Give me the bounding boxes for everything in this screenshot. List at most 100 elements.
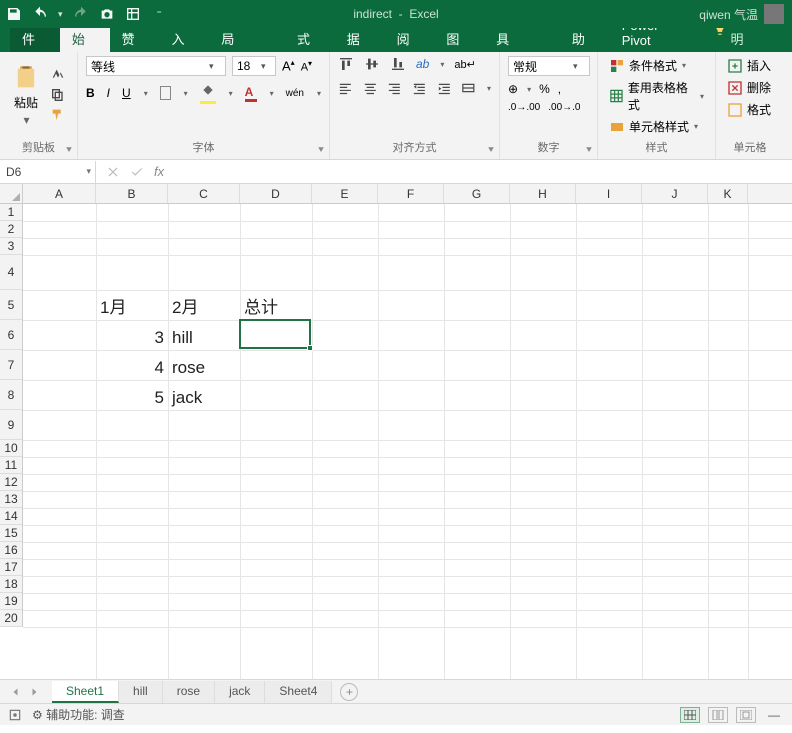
align-bottom-icon[interactable] — [390, 56, 406, 72]
number-format-input[interactable] — [509, 59, 569, 73]
row-header[interactable]: 15 — [0, 525, 22, 542]
view-normal-button[interactable] — [680, 707, 700, 723]
select-all-corner[interactable] — [0, 184, 23, 204]
dialog-launcher-icon[interactable]: ⯆ — [487, 145, 495, 156]
cell[interactable]: 总计 — [240, 290, 312, 320]
accounting-format-button[interactable]: ⊕ — [508, 82, 518, 96]
align-top-icon[interactable] — [338, 56, 354, 72]
comma-button[interactable]: , — [558, 82, 561, 96]
sheet-tab[interactable]: Sheet4 — [265, 681, 332, 703]
column-header[interactable]: F — [378, 184, 444, 203]
column-header[interactable]: J — [642, 184, 708, 203]
row-header[interactable]: 12 — [0, 474, 22, 491]
italic-button[interactable]: I — [107, 86, 110, 100]
percent-button[interactable]: % — [539, 82, 550, 96]
font-color-button[interactable]: A — [245, 85, 257, 102]
row-header[interactable]: 8 — [0, 380, 22, 410]
align-right-icon[interactable] — [387, 80, 402, 96]
row-header[interactable]: 1 — [0, 204, 22, 221]
cell[interactable]: 5 — [96, 380, 168, 410]
column-header[interactable]: G — [444, 184, 510, 203]
dialog-launcher-icon[interactable]: ⯆ — [317, 145, 325, 156]
formula-input[interactable] — [174, 161, 792, 183]
redo-icon[interactable] — [73, 6, 89, 22]
row-header[interactable]: 9 — [0, 410, 22, 440]
row-header[interactable]: 4 — [0, 255, 22, 290]
accessibility-status[interactable]: ⚙ 辅助功能: 调查 — [32, 706, 125, 723]
insert-cells-button[interactable]: 插入 — [724, 56, 776, 75]
merge-cells-icon[interactable] — [461, 80, 476, 96]
indent-increase-icon[interactable] — [437, 80, 452, 96]
dialog-launcher-icon[interactable]: ⯆ — [65, 145, 73, 156]
underline-button[interactable]: U — [122, 86, 131, 100]
increase-decimal-icon[interactable]: .0→.00 — [508, 102, 540, 113]
camera-icon[interactable] — [99, 6, 115, 22]
column-header[interactable]: H — [510, 184, 576, 203]
sheet-nav-prev-icon[interactable] — [10, 686, 22, 698]
format-painter-icon[interactable] — [50, 107, 66, 123]
row-header[interactable]: 19 — [0, 593, 22, 610]
cell[interactable]: 2月 — [168, 290, 240, 320]
accept-formula-icon[interactable] — [130, 165, 144, 179]
cell-styles-button[interactable]: 单元格样式▾ — [606, 117, 707, 136]
cancel-formula-icon[interactable] — [106, 165, 120, 179]
cell[interactable]: 4 — [96, 350, 168, 380]
add-sheet-button[interactable]: + — [340, 683, 358, 701]
cell[interactable]: 1月 — [96, 290, 168, 320]
fill-color-button[interactable] — [200, 82, 216, 104]
row-header[interactable]: 5 — [0, 290, 22, 320]
font-name-input[interactable] — [87, 59, 205, 73]
row-header[interactable]: 6 — [0, 320, 22, 350]
undo-dropdown-icon[interactable]: ▾ — [58, 9, 63, 20]
qat-customize-icon[interactable]: ⁼ — [157, 9, 162, 20]
row-header[interactable]: 14 — [0, 508, 22, 525]
cell[interactable]: rose — [168, 350, 240, 380]
sheet-tab[interactable]: Sheet1 — [52, 681, 119, 703]
format-cells-button[interactable]: 格式 — [724, 100, 776, 119]
fx-label[interactable]: fx — [154, 164, 164, 179]
cell[interactable]: 3 — [96, 320, 168, 350]
sheet-tab[interactable]: hill — [119, 681, 163, 703]
table-format-button[interactable]: 套用表格格式▾ — [606, 78, 707, 114]
decrease-decimal-icon[interactable]: .00→.0 — [548, 102, 580, 113]
row-header[interactable]: 11 — [0, 457, 22, 474]
zoom-out-button[interactable]: — — [764, 708, 784, 722]
sheet-nav-next-icon[interactable] — [28, 686, 40, 698]
macro-record-icon[interactable] — [8, 708, 22, 722]
worksheet-grid[interactable]: ABCDEFGHIJK 1234567891011121314151617181… — [0, 184, 792, 679]
view-page-break-button[interactable] — [736, 707, 756, 723]
column-header[interactable]: K — [708, 184, 748, 203]
align-center-icon[interactable] — [363, 80, 378, 96]
avatar[interactable] — [764, 4, 784, 24]
border-button[interactable] — [160, 86, 171, 100]
row-header[interactable]: 20 — [0, 610, 22, 627]
sheet-tab[interactable]: jack — [215, 681, 265, 703]
copy-icon[interactable] — [50, 87, 66, 103]
increase-font-icon[interactable]: A▴ — [282, 58, 295, 73]
row-header[interactable]: 17 — [0, 559, 22, 576]
column-header[interactable]: D — [240, 184, 312, 203]
row-header[interactable]: 18 — [0, 576, 22, 593]
view-page-layout-button[interactable] — [708, 707, 728, 723]
dialog-launcher-icon[interactable]: ⯆ — [585, 145, 593, 156]
align-left-icon[interactable] — [338, 80, 353, 96]
sheet-tab[interactable]: rose — [163, 681, 215, 703]
orientation-button[interactable]: ab — [416, 57, 429, 71]
row-header[interactable]: 3 — [0, 238, 22, 255]
column-header[interactable]: I — [576, 184, 642, 203]
sheet-nav[interactable] — [10, 686, 52, 698]
conditional-format-button[interactable]: 条件格式▾ — [606, 56, 707, 75]
column-header[interactable]: E — [312, 184, 378, 203]
number-format-select[interactable]: ▾ — [508, 56, 590, 76]
save-icon[interactable] — [6, 6, 22, 22]
row-header[interactable]: 2 — [0, 221, 22, 238]
delete-cells-button[interactable]: 删除 — [724, 78, 776, 97]
bold-button[interactable]: B — [86, 86, 95, 100]
cut-icon[interactable] — [50, 67, 66, 83]
row-header[interactable]: 10 — [0, 440, 22, 457]
cell[interactable]: hill — [168, 320, 240, 350]
cell[interactable]: jack — [168, 380, 240, 410]
row-header[interactable]: 16 — [0, 542, 22, 559]
font-size-input[interactable] — [233, 59, 257, 73]
name-box[interactable]: D6▾ — [0, 161, 96, 183]
